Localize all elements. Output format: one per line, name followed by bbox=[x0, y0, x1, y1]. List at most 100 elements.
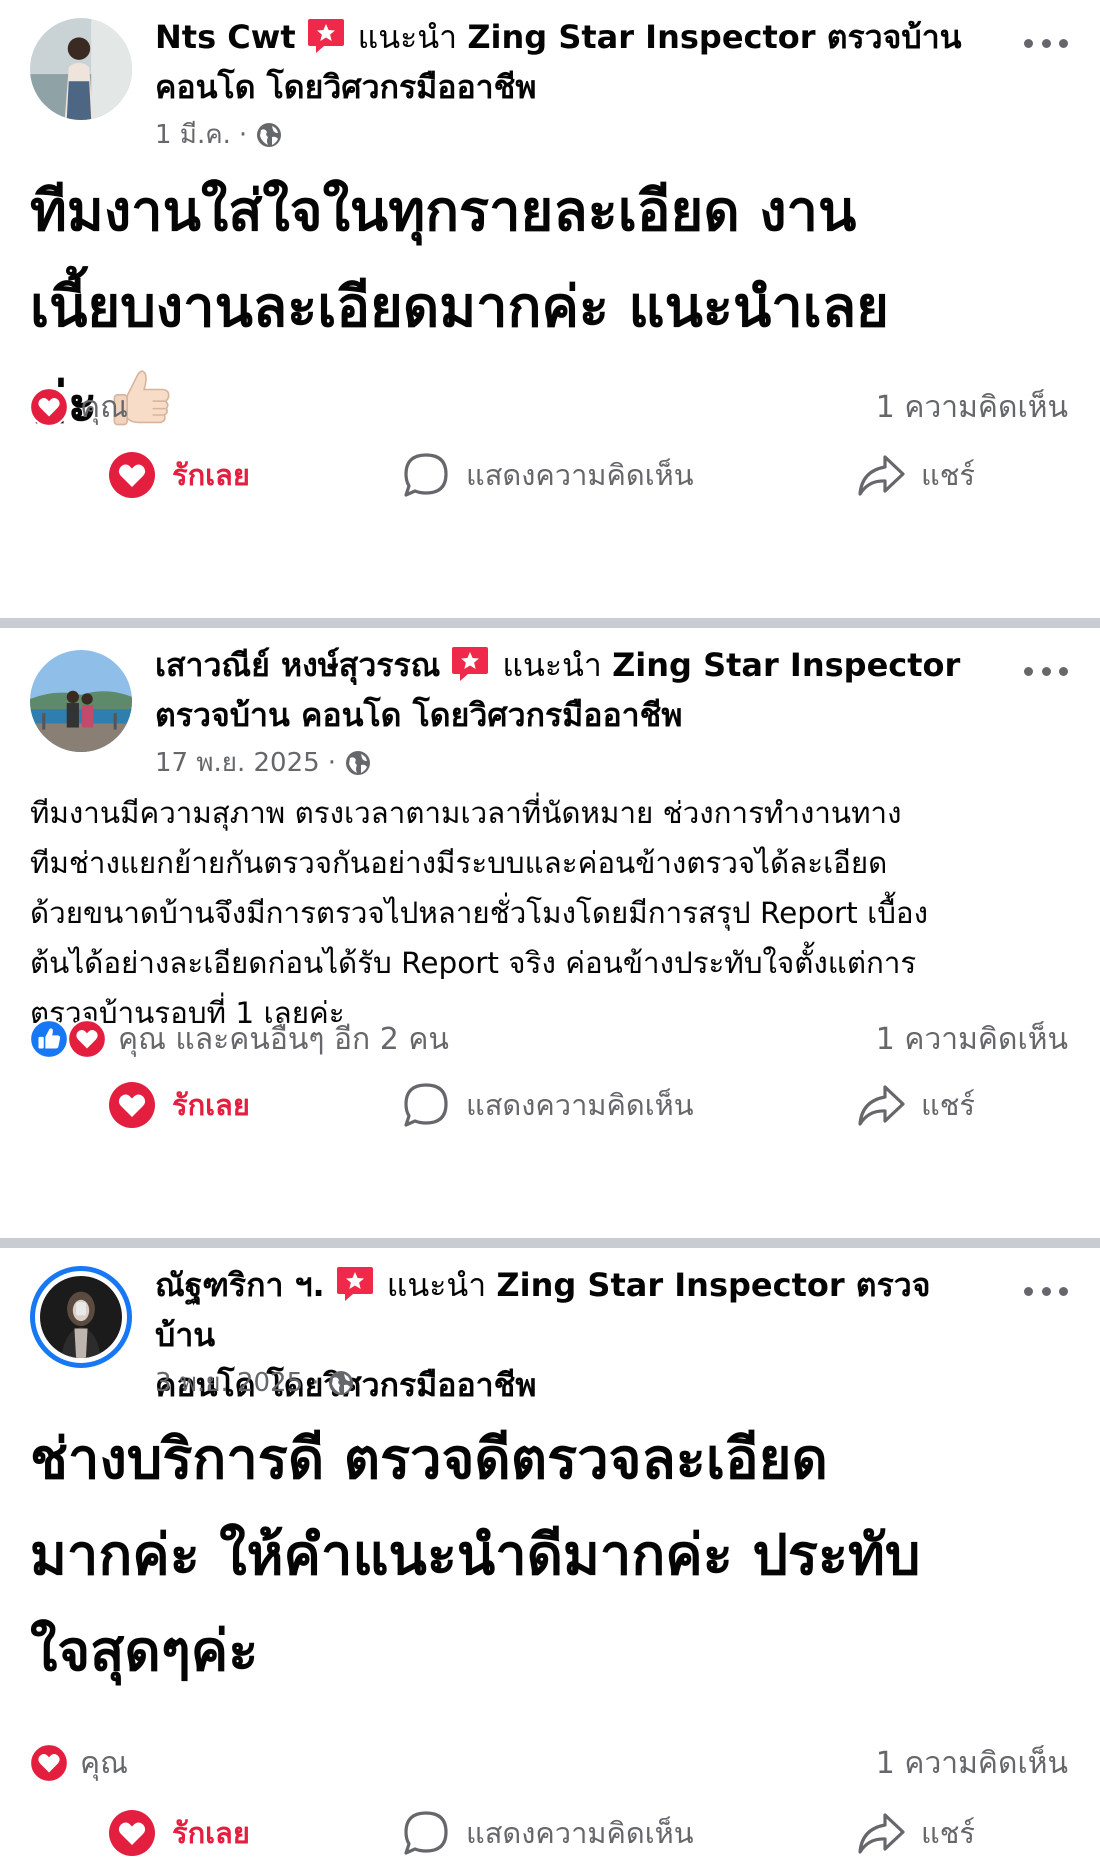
meta-separator: · bbox=[238, 119, 248, 150]
post-date[interactable]: 3 พ.ย. 2025 bbox=[155, 1362, 303, 1403]
post-text-line: ทีมงานใส่ใจในทุกรายละเอียด งาน bbox=[30, 179, 857, 244]
reactions-label: คุณ bbox=[80, 1745, 128, 1781]
love-reaction-icon bbox=[109, 1082, 155, 1128]
review-post: Nts Cwt แนะนำ Zing Star Inspector ตรวจบ้า… bbox=[0, 0, 1100, 618]
globe-icon bbox=[329, 1370, 354, 1395]
avatar[interactable] bbox=[30, 650, 132, 752]
share-button-label: แชร์ bbox=[921, 1088, 975, 1122]
comments-count[interactable]: 1 ความคิดเห็น bbox=[876, 1740, 1068, 1787]
post-date[interactable]: 1 มี.ค. bbox=[155, 114, 231, 155]
post-date[interactable]: 17 พ.ย. 2025 bbox=[155, 742, 320, 783]
author-name[interactable]: Nts Cwt bbox=[155, 18, 296, 56]
love-button-label: รักเลย bbox=[172, 1088, 250, 1122]
post-text-line: ทีมงานมีความสุภาพ ตรงเวลาตามเวลาที่นัดหม… bbox=[30, 796, 902, 830]
reactions-label: คุณ bbox=[80, 389, 128, 425]
reactions-summary: คุณ 1 ความคิดเห็น bbox=[28, 1738, 1068, 1788]
action-bar: รักเลย แสดงความคิดเห็น แชร์ bbox=[0, 1074, 1100, 1136]
comments-count[interactable]: 1 ความคิดเห็น bbox=[876, 384, 1068, 431]
love-reaction-icon bbox=[67, 1019, 107, 1059]
share-button-label: แชร์ bbox=[921, 1816, 975, 1850]
reactions-summary: คุณ 1 ความคิดเห็น bbox=[28, 382, 1068, 432]
globe-icon bbox=[257, 122, 282, 147]
post-text: ทีมงานมีความสุภาพ ตรงเวลาตามเวลาที่นัดหม… bbox=[30, 788, 1080, 1038]
avatar[interactable] bbox=[30, 18, 132, 120]
reactions-left[interactable]: คุณ bbox=[28, 384, 128, 431]
post-text-line: ต้นได้อย่างละเอียดก่อนได้รับ Report จริง… bbox=[30, 946, 917, 980]
reactions-label: คุณ และคนอื่นๆ อีก 2 คน bbox=[118, 1021, 449, 1057]
post-meta: 1 มี.ค. · bbox=[155, 114, 283, 155]
recommend-star-icon bbox=[307, 19, 344, 53]
page-name[interactable]: Zing Star Inspector bbox=[612, 646, 960, 684]
post-text-line: เนี้ยบงานละเอียดมากค่ะ แนะนำเลย bbox=[30, 275, 889, 340]
post-text-line: ทีมช่างแยกย้ายกันตรวจกันอย่างมีระบบและค่… bbox=[30, 846, 888, 880]
reaction-icons bbox=[28, 386, 70, 428]
author-name[interactable]: ณัฐฑริกา ฯ. bbox=[155, 1266, 325, 1304]
like-reaction-icon bbox=[29, 1019, 69, 1059]
share-icon bbox=[858, 1813, 905, 1854]
more-options-icon[interactable] bbox=[1024, 1276, 1068, 1306]
more-options-icon[interactable] bbox=[1024, 28, 1068, 58]
author-name[interactable]: เสาวณีย์ หงษ์สุวรรณ bbox=[155, 646, 440, 684]
reactions-left[interactable]: คุณ และคนอื่นๆ อีก 2 คน bbox=[28, 1016, 449, 1063]
post-separator bbox=[0, 1238, 1100, 1248]
more-options-icon[interactable] bbox=[1024, 656, 1068, 686]
review-post: เสาวณีย์ หงษ์สุวรรณ แนะนำ Zing Star Inspe… bbox=[0, 628, 1100, 1238]
love-button-label: รักเลย bbox=[172, 458, 250, 492]
post-separator bbox=[0, 618, 1100, 628]
comment-icon bbox=[404, 453, 448, 497]
reaction-icons bbox=[28, 1742, 70, 1784]
post-text-line: ด้วยขนาดบ้านจึงมีการตรวจไปหลายชั่วโมงโดย… bbox=[30, 896, 929, 930]
post-text-line: ใจสุดๆค่ะ bbox=[30, 1619, 259, 1684]
comment-button-label: แสดงความคิดเห็น bbox=[466, 1088, 694, 1122]
page-name[interactable]: Zing Star Inspector ตรวจบ้าน bbox=[467, 18, 961, 56]
avatar-photo bbox=[40, 1276, 122, 1358]
comment-icon bbox=[404, 1811, 448, 1855]
comment-button-label: แสดงความคิดเห็น bbox=[466, 458, 694, 492]
comments-count[interactable]: 1 ความคิดเห็น bbox=[876, 1016, 1068, 1063]
recommends-text: แนะนำ bbox=[357, 18, 458, 56]
recommends-text: แนะนำ bbox=[502, 646, 602, 684]
avatar bbox=[40, 1276, 122, 1358]
recommends-text: แนะนำ bbox=[386, 1266, 487, 1304]
comment-button[interactable]: แสดงความคิดเห็น bbox=[400, 1074, 694, 1136]
love-reaction-icon bbox=[109, 1810, 155, 1856]
love-button[interactable]: รักเลย bbox=[106, 444, 250, 506]
recommend-star-icon bbox=[452, 647, 489, 681]
comment-icon bbox=[404, 1083, 448, 1127]
reactions-summary: คุณ และคนอื่นๆ อีก 2 คน 1 ความคิดเห็น bbox=[28, 1014, 1068, 1064]
post-text: ช่างบริการดี ตรวจดีตรวจละเอียด มากค่ะ ให… bbox=[30, 1412, 1070, 1700]
post-meta: 3 พ.ย. 2025 · bbox=[155, 1362, 355, 1403]
love-button-label: รักเลย bbox=[172, 1816, 250, 1850]
meta-separator: · bbox=[327, 747, 336, 778]
share-button[interactable]: แชร์ bbox=[855, 1802, 975, 1864]
love-button[interactable]: รักเลย bbox=[106, 1802, 250, 1864]
action-bar: รักเลย แสดงความคิดเห็น แชร์ bbox=[0, 1802, 1100, 1864]
love-button[interactable]: รักเลย bbox=[106, 1074, 250, 1136]
avatar-photo bbox=[30, 650, 132, 752]
post-text-line: ช่างบริการดี ตรวจดีตรวจละเอียด bbox=[30, 1427, 828, 1492]
love-reaction-icon bbox=[29, 387, 69, 427]
comment-button-label: แสดงความคิดเห็น bbox=[466, 1816, 694, 1850]
post-text-line: มากค่ะ ให้คำแนะนำดีมากค่ะ ประทับ bbox=[30, 1523, 921, 1588]
share-icon bbox=[858, 1085, 905, 1126]
comment-button[interactable]: แสดงความคิดเห็น bbox=[400, 1802, 694, 1864]
action-bar: รักเลย แสดงความคิดเห็น แชร์ bbox=[0, 444, 1100, 506]
post-meta: 17 พ.ย. 2025 · bbox=[155, 742, 372, 783]
review-post: ณัฐฑริกา ฯ. แนะนำ Zing Star Inspector ตรว… bbox=[0, 1248, 1100, 1866]
post-header: Nts Cwt แนะนำ Zing Star Inspector ตรวจบ้า… bbox=[155, 12, 985, 112]
reviews-feed: Nts Cwt แนะนำ Zing Star Inspector ตรวจบ้า… bbox=[0, 0, 1100, 1866]
share-button[interactable]: แชร์ bbox=[855, 444, 975, 506]
reactions-left[interactable]: คุณ bbox=[28, 1740, 128, 1787]
avatar-with-story-ring[interactable] bbox=[30, 1266, 132, 1368]
post-header: เสาวณีย์ หงษ์สุวรรณ แนะนำ Zing Star Inspe… bbox=[155, 640, 985, 740]
reaction-icons bbox=[28, 1018, 108, 1060]
page-name-continued[interactable]: ตรวจบ้าน คอนโด โดยวิศวกรมืออาชีพ bbox=[155, 696, 682, 734]
comment-button[interactable]: แสดงความคิดเห็น bbox=[400, 444, 694, 506]
meta-separator: · bbox=[311, 1367, 320, 1398]
share-button-label: แชร์ bbox=[921, 458, 975, 492]
page-name-continued[interactable]: คอนโด โดยวิศวกรมืออาชีพ bbox=[155, 68, 536, 106]
share-icon bbox=[858, 455, 905, 496]
recommend-star-icon bbox=[336, 1267, 373, 1301]
avatar-photo bbox=[30, 18, 132, 120]
share-button[interactable]: แชร์ bbox=[855, 1074, 975, 1136]
